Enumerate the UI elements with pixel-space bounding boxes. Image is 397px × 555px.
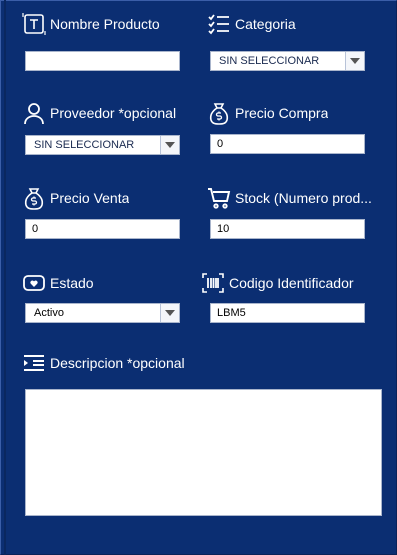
person-icon — [22, 101, 46, 125]
panel-edge — [4, 0, 6, 555]
precio-compra-input[interactable]: 0 — [210, 134, 365, 154]
precio-venta-label-row: Precio Venta — [22, 186, 129, 210]
categoria-selected-value: SIN SELECCIONAR — [219, 55, 320, 67]
precio-compra-label: Precio Compra — [235, 105, 329, 121]
chevron-down-icon[interactable] — [160, 304, 179, 322]
barcode-icon — [201, 271, 225, 295]
estado-selected-value: Activo — [34, 307, 64, 319]
cart-icon — [207, 186, 231, 210]
estado-label-row: Estado — [22, 271, 94, 295]
list-indent-icon — [22, 351, 46, 375]
precio-compra-label-row: Precio Compra — [207, 101, 328, 125]
descripcion-textarea[interactable] — [25, 389, 382, 516]
stock-label-row: Stock (Numero prod... — [207, 186, 377, 210]
proveedor-select[interactable]: SIN SELECCIONAR — [25, 135, 180, 155]
nombre-producto-input[interactable] — [25, 51, 180, 71]
money-bag-icon — [22, 186, 46, 210]
stock-input[interactable]: 10 — [210, 219, 365, 239]
categoria-label-row: Categoria — [207, 12, 296, 36]
stock-label: Stock (Numero prod... — [235, 190, 372, 206]
checklist-icon — [207, 12, 231, 36]
nombre-producto-label-row: Nombre Producto — [22, 12, 160, 36]
codigo-input[interactable]: LBM5 — [210, 303, 365, 323]
categoria-select[interactable]: SIN SELECCIONAR — [210, 51, 365, 71]
heart-tag-icon — [22, 271, 46, 295]
precio-venta-input[interactable]: 0 — [25, 219, 180, 239]
proveedor-label-row: Proveedor *opcional — [22, 101, 176, 125]
proveedor-label: Proveedor *opcional — [50, 105, 177, 121]
chevron-down-icon[interactable] — [345, 52, 364, 70]
nombre-producto-label: Nombre Producto — [50, 16, 160, 32]
precio-venta-label: Precio Venta — [50, 190, 130, 206]
money-bag-icon — [207, 101, 231, 125]
proveedor-selected-value: SIN SELECCIONAR — [34, 139, 135, 151]
estado-select[interactable]: Activo — [25, 303, 180, 323]
categoria-label: Categoria — [235, 16, 296, 32]
descripcion-label-row: Descripcion *opcional — [22, 351, 185, 375]
estado-label: Estado — [50, 275, 94, 291]
chevron-down-icon[interactable] — [160, 136, 179, 154]
descripcion-label: Descripcion *opcional — [50, 355, 185, 371]
codigo-label-row: Codigo Identificador — [201, 271, 354, 295]
text-field-icon — [22, 12, 46, 36]
codigo-label: Codigo Identificador — [229, 275, 354, 291]
